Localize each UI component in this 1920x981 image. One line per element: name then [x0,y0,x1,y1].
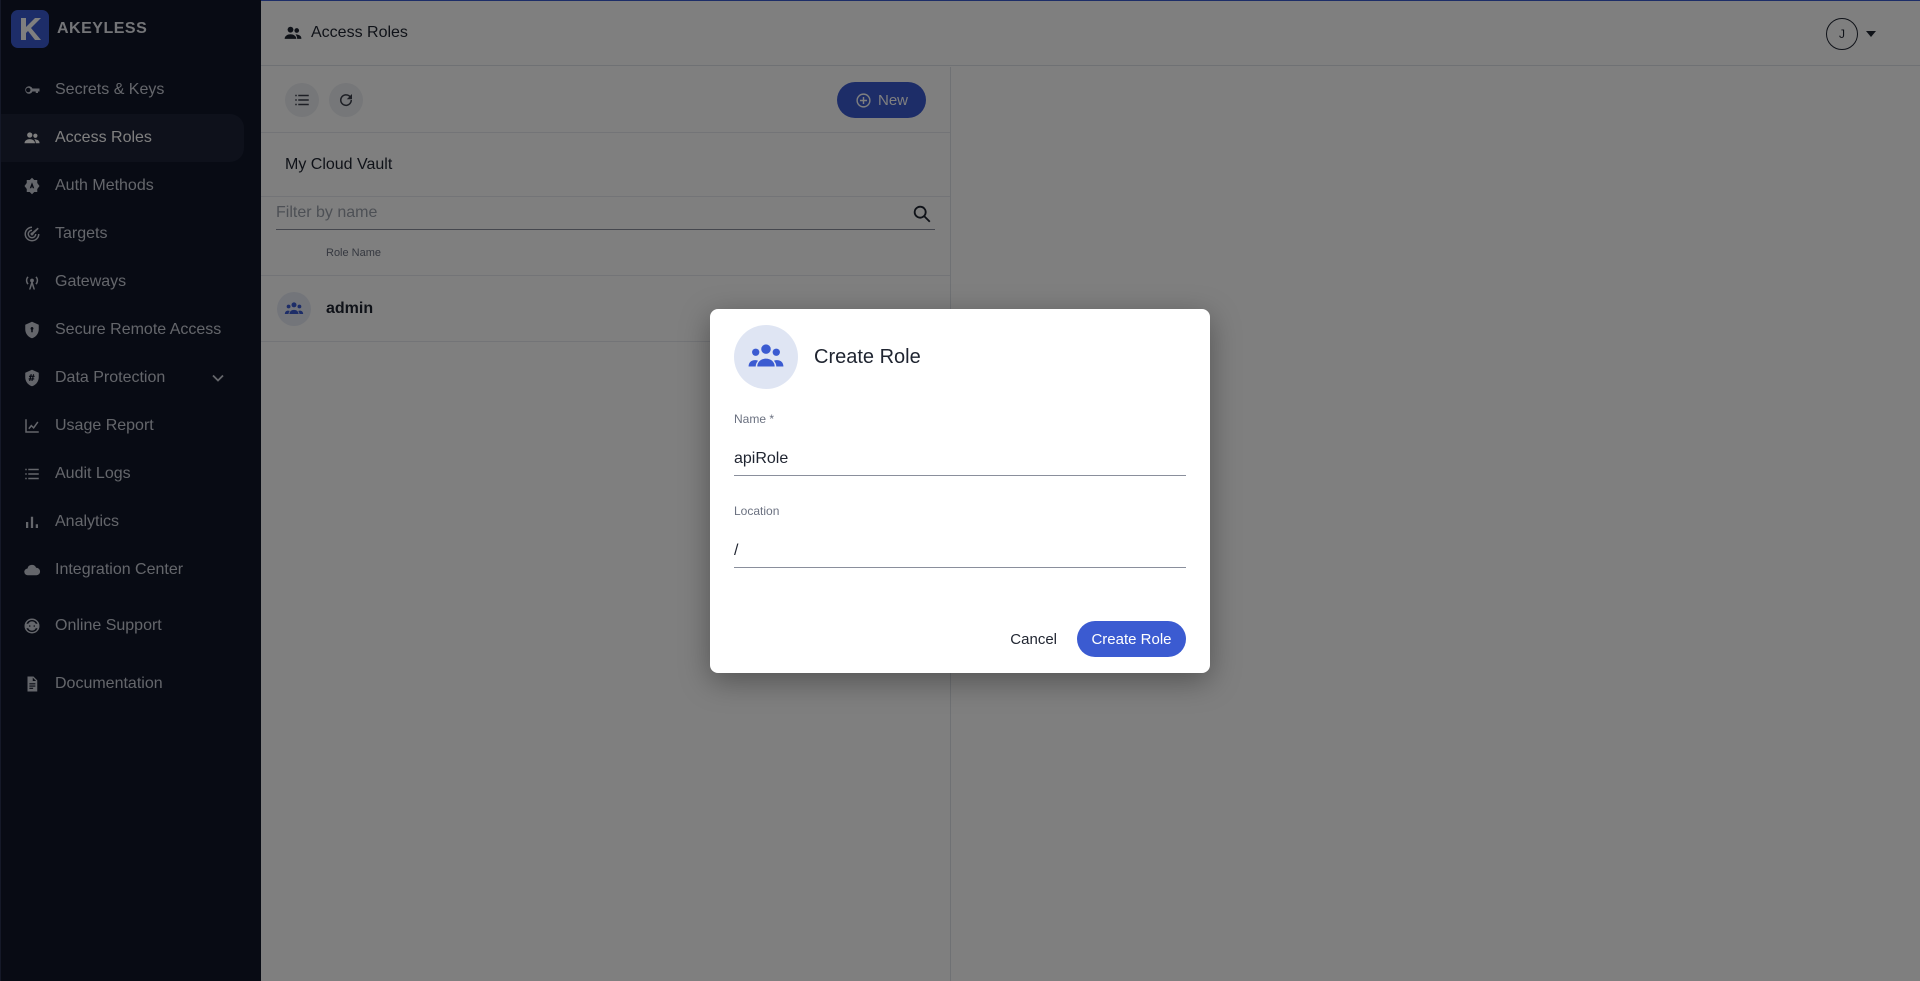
name-input[interactable] [734,446,1186,472]
location-input[interactable] [734,538,1186,564]
dialog-header: Create Role [734,325,921,389]
name-label: Name * [734,412,775,426]
create-role-button[interactable]: Create Role [1077,621,1186,657]
location-field: Location [734,504,1186,568]
location-label: Location [734,504,780,518]
dialog-actions: Cancel Create Role [1010,621,1186,657]
cancel-button[interactable]: Cancel [1010,623,1057,656]
create-role-dialog: Create Role Name * Location Cancel Creat… [710,309,1210,673]
role-group-icon [734,325,798,389]
name-field: Name * [734,412,1186,476]
dialog-title: Create Role [814,345,921,368]
